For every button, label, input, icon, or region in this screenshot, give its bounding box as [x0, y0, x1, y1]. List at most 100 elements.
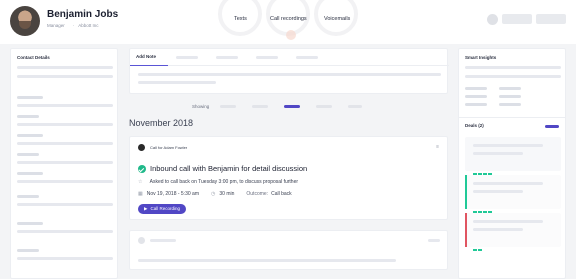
- activity-outcome-group: Outcome: Call back: [246, 191, 291, 197]
- tab-placeholder[interactable]: [216, 56, 238, 59]
- placeholder-line: [473, 190, 523, 193]
- placeholder-line: [17, 257, 113, 260]
- placeholder-line: [473, 152, 523, 155]
- contact-details-panel: Contact Details: [10, 48, 118, 279]
- contact-details-title: Contact Details: [17, 55, 50, 60]
- active-tab-indicator: [130, 65, 168, 66]
- placeholder-label: [17, 115, 39, 118]
- placeholder-line: [473, 228, 523, 231]
- placeholder-line: [473, 220, 543, 223]
- placeholder-line: [428, 239, 440, 242]
- tab-texts[interactable]: Texts: [234, 16, 247, 22]
- tab-voicemails[interactable]: Voicemails: [324, 16, 350, 22]
- filter-pill[interactable]: [220, 105, 236, 108]
- note-input-placeholder[interactable]: [138, 73, 441, 76]
- tab-placeholder[interactable]: [256, 56, 278, 59]
- avatar-placeholder: [138, 237, 145, 244]
- deals-title: Deals (2): [465, 123, 484, 128]
- filter-pill[interactable]: [316, 105, 332, 108]
- smart-insights-panel: Smart Insights Deals (2): [458, 48, 566, 279]
- call-recording-button[interactable]: ▶ Call Recording: [138, 204, 186, 214]
- activity-meta-row: ▦ Nov 19, 2018 - 5:30 am ◷ 30 min Outcome:…: [138, 191, 292, 197]
- note-panel: Add Note: [129, 48, 449, 94]
- placeholder-line: [17, 203, 113, 206]
- placeholder-line: [473, 182, 543, 185]
- deal-card[interactable]: [465, 137, 561, 175]
- activity-title: Inbound call with Benjamin for detail di…: [150, 164, 308, 173]
- placeholder-line: [17, 142, 113, 145]
- placeholder-line: [150, 239, 176, 242]
- placeholder-line: [499, 95, 521, 98]
- placeholder-line: [17, 230, 113, 233]
- activity-date-group: ▦ Nov 19, 2018 - 5:30 am: [138, 191, 199, 197]
- profile-subtitle: Manager Abbott Inc: [47, 23, 99, 28]
- deal-status-bar: [465, 213, 467, 247]
- outcome-value: Call back: [271, 191, 292, 197]
- tab-call-recordings[interactable]: Call recordings: [270, 16, 307, 22]
- deal-progress: [473, 200, 495, 213]
- placeholder-line: [465, 75, 561, 78]
- activity-card-placeholder: [129, 230, 448, 270]
- showing-label: Showing: [192, 104, 210, 109]
- placeholder-line: [17, 104, 113, 107]
- deals-view-toggle[interactable]: [545, 125, 559, 128]
- profile-role: Manager: [47, 23, 65, 28]
- profile-name: Benjamin Jobs: [47, 9, 119, 20]
- placeholder-label: [17, 249, 39, 252]
- placeholder-line: [465, 103, 487, 106]
- month-heading: November 2018: [129, 118, 194, 128]
- header-decoration-dot: [286, 30, 296, 40]
- placeholder-line: [17, 66, 113, 69]
- filter-pill[interactable]: [348, 105, 362, 108]
- filter-pill-active[interactable]: [284, 105, 300, 108]
- smart-insights-title: Smart Insights: [465, 55, 497, 60]
- call-recording-label: Call Recording: [150, 206, 180, 211]
- placeholder-label: [17, 172, 43, 175]
- placeholder-label: [17, 222, 43, 225]
- play-icon: ▶: [144, 206, 148, 211]
- placeholder-line: [17, 75, 113, 78]
- placeholder-label: [17, 96, 43, 99]
- agent-avatar: [138, 144, 145, 151]
- placeholder-line: [465, 66, 561, 69]
- placeholder-line: [473, 144, 543, 147]
- header-action-button[interactable]: [536, 14, 566, 24]
- filter-pill[interactable]: [252, 105, 268, 108]
- deal-progress: [473, 162, 495, 175]
- placeholder-line: [499, 87, 521, 90]
- tab-divider: [130, 65, 449, 66]
- deal-card-won[interactable]: [465, 175, 561, 213]
- placeholder-line: [17, 180, 113, 183]
- deal-progress: [473, 238, 495, 251]
- calendar-icon: ▦: [138, 191, 143, 197]
- deal-card-lost[interactable]: [465, 213, 561, 251]
- activity-description: Asked to call back on Tuesday 3:00 pm, t…: [149, 179, 299, 185]
- notification-icon[interactable]: [487, 14, 498, 25]
- kebab-dots-icon[interactable]: ≡: [436, 144, 439, 150]
- avatar-beard: [19, 21, 31, 29]
- activity-date: Nov 19, 2018 - 5:30 am: [146, 191, 199, 197]
- note-input-placeholder[interactable]: [138, 81, 216, 84]
- placeholder-line: [465, 95, 487, 98]
- placeholder-line: [17, 123, 113, 126]
- check-circle-icon: [138, 165, 146, 173]
- activity-card: Call for Adam Fowler ≡ Inbound call with…: [129, 136, 448, 220]
- tab-placeholder[interactable]: [176, 56, 198, 59]
- profile-company: Abbott Inc: [73, 23, 98, 28]
- avatar[interactable]: [10, 6, 40, 36]
- divider: [459, 117, 565, 118]
- activity-description-row: ☆ Asked to call back on Tuesday 3:00 pm,…: [138, 179, 298, 185]
- activity-duration-group: ◷ 30 min: [211, 191, 234, 197]
- deal-status-bar: [465, 175, 467, 209]
- placeholder-line: [465, 87, 487, 90]
- placeholder-line: [17, 161, 113, 164]
- placeholder-label: [17, 195, 39, 198]
- header-action-button[interactable]: [502, 14, 532, 24]
- tab-add-note[interactable]: Add Note: [136, 54, 156, 59]
- clock-icon: ◷: [211, 191, 216, 197]
- outcome-label: Outcome:: [246, 191, 269, 197]
- placeholder-line: [138, 259, 396, 262]
- tab-placeholder[interactable]: [296, 56, 318, 59]
- call-for-label: Call for Adam Fowler: [150, 145, 188, 150]
- star-icon: ☆: [138, 179, 143, 185]
